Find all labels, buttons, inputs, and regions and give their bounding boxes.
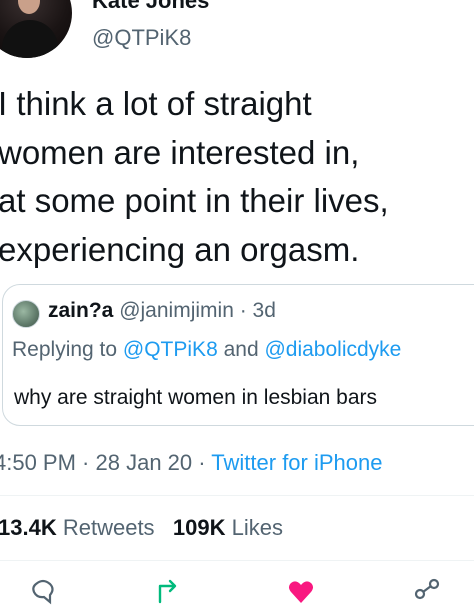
tweet-text-line: women are interested in, [0,133,360,171]
replying-to-label: Replying to [12,338,123,361]
tweet-source-link[interactable]: Twitter for iPhone [211,450,382,475]
share-icon[interactable] [412,576,442,606]
divider [0,560,474,561]
meta-separator: · [75,450,96,475]
tweet-text-line: I think a lot of straight [0,85,312,122]
author-avatar[interactable] [0,0,72,58]
tweet-meta: 4:50 PM · 28 Jan 20 · Twitter for iPhone [0,450,382,476]
quote-author-name: zain?a [48,299,114,322]
likes-count: 109K [172,515,226,540]
retweet-icon[interactable] [154,576,184,606]
reply-icon[interactable] [28,576,58,606]
likes-label: Likes [231,515,283,540]
author-handle[interactable]: @QTPiK8 [92,25,191,51]
retweets-stat[interactable]: 13.4K Retweets [0,515,155,540]
quote-header: zain?a @janimjimin · 3d [48,299,276,323]
tweet-date[interactable]: 28 Jan 20 [96,450,193,475]
tweet-text: I think a lot of straight women are inte… [0,80,472,274]
quote-author-avatar [12,300,40,328]
quote-separator: · [233,299,253,322]
reply-mention-link[interactable]: @diabolicdyke [264,338,401,361]
tweet-time[interactable]: 4:50 PM [0,450,76,475]
retweets-label: Retweets [62,515,155,540]
author-name[interactable]: Kate Jones [92,0,209,14]
reply-mention-link[interactable]: @QTPiK8 [123,338,218,361]
replying-and-label: and [217,338,265,361]
tweet-text-line: at some point in their lives, [0,182,389,219]
likes-stat[interactable]: 109K Likes [173,515,283,540]
quote-timestamp: 3d [252,299,276,322]
divider [0,495,474,496]
quote-author-handle: @janimjimin [119,299,234,322]
retweets-count: 13.4K [0,515,57,540]
meta-separator: · [192,450,212,475]
quote-text: why are straight women in lesbian bars [14,386,378,409]
like-icon[interactable] [286,576,316,606]
tweet-text-line: experiencing an orgasm. [0,230,360,268]
quote-replying-to: Replying to @QTPiK8 and @diabolicdyke [12,338,401,362]
tweet-stats: 13.4K Retweets 109K Likes [0,515,283,541]
